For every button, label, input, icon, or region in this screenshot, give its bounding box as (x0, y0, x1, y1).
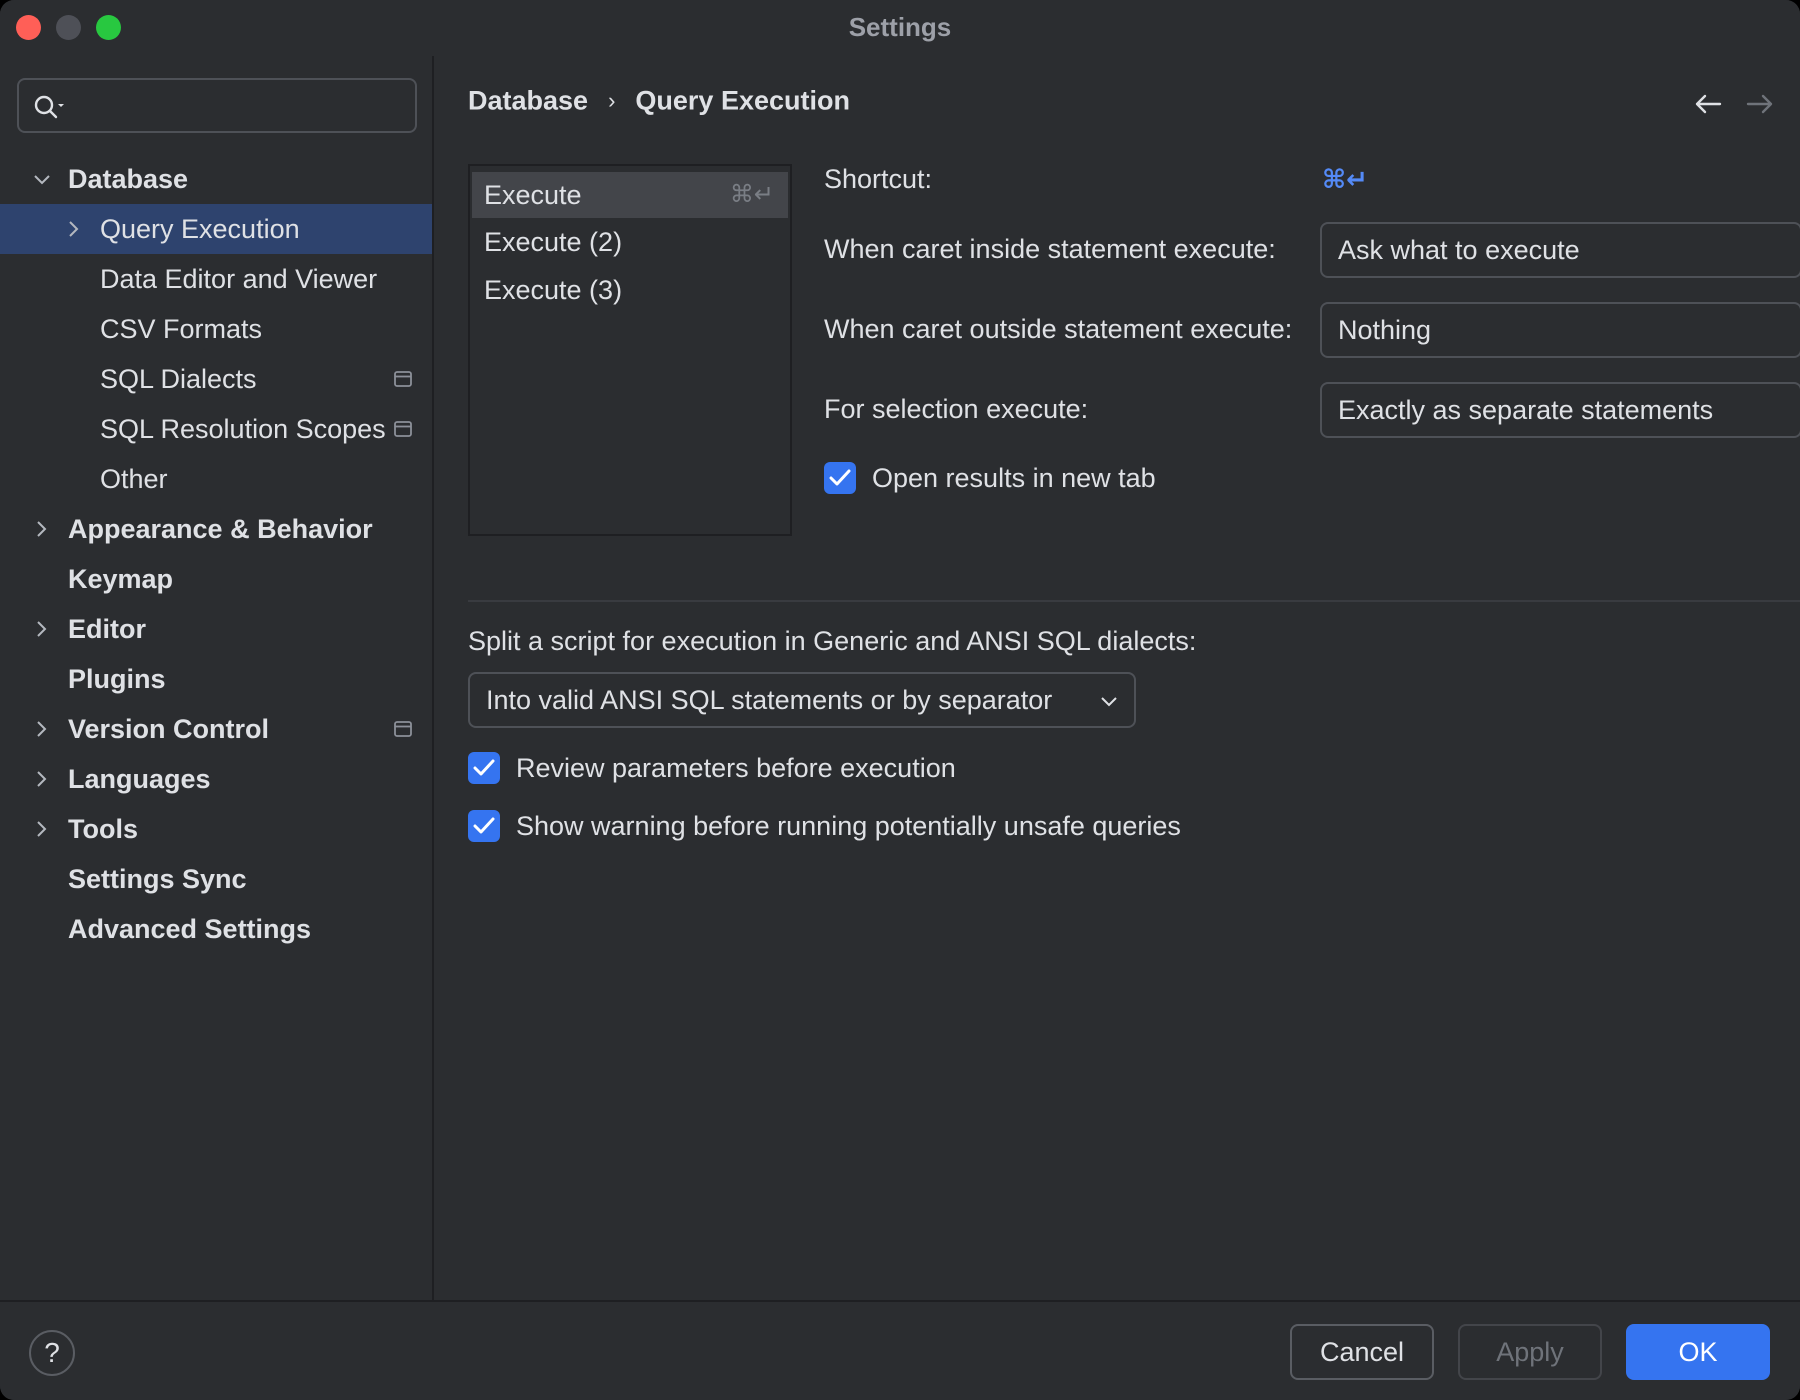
search-icon (33, 94, 69, 122)
help-button[interactable]: ? (29, 1330, 75, 1376)
checkmark-icon (473, 816, 495, 836)
cancel-button[interactable]: Cancel (1290, 1324, 1434, 1380)
dialog-footer: ? Cancel Apply OK (0, 1300, 1800, 1400)
open-results-checkbox[interactable] (824, 462, 856, 494)
tree-item-label: CSV Formats (100, 304, 262, 354)
selection-execute-combo[interactable]: Exactly as separate statements (1320, 382, 1800, 438)
review-params-label: Review parameters before execution (516, 751, 956, 785)
project-level-icon (394, 421, 412, 437)
breadcrumb-current: Query Execution (635, 85, 850, 115)
tree-item-label: Settings Sync (68, 854, 247, 904)
chevron-down-icon[interactable] (33, 170, 51, 188)
action-item-label: Execute (3) (484, 275, 622, 305)
action-item-label: Execute (2) (484, 227, 622, 257)
inside-statement-combo[interactable]: Ask what to execute (1320, 222, 1800, 278)
tree-item-csv-formats[interactable]: CSV Formats (0, 304, 432, 354)
split-script-combo[interactable]: Into valid ANSI SQL statements or by sep… (468, 672, 1136, 728)
shortcut-label: Shortcut: (824, 164, 932, 195)
project-level-icon (394, 371, 412, 387)
unsafe-warning-checkbox[interactable] (468, 810, 500, 842)
settings-sidebar: Database Query Execution Data Editor and… (0, 56, 434, 1300)
tree-item-sql-resolution-scopes[interactable]: SQL Resolution Scopes (0, 404, 432, 454)
tree-item-languages[interactable]: Languages (0, 754, 432, 804)
settings-tree: Database Query Execution Data Editor and… (0, 154, 432, 954)
tree-item-other[interactable]: Other (0, 454, 432, 504)
review-params-checkbox[interactable] (468, 752, 500, 784)
tree-item-settings-sync[interactable]: Settings Sync (0, 854, 432, 904)
chevron-down-icon (1100, 692, 1118, 710)
tree-item-query-execution[interactable]: Query Execution (0, 204, 432, 254)
tree-item-tools[interactable]: Tools (0, 804, 432, 854)
combo-value: Into valid ANSI SQL statements or by sep… (486, 685, 1052, 715)
tree-item-label: Database (68, 154, 188, 204)
project-level-icon (394, 721, 412, 737)
tree-item-advanced-settings[interactable]: Advanced Settings (0, 904, 432, 954)
shortcut-hint: ⌘↵ (730, 172, 774, 218)
tree-item-label: Appearance & Behavior (68, 504, 373, 554)
unsafe-warning-label: Show warning before running potentially … (516, 809, 1181, 843)
tree-item-label: Data Editor and Viewer (100, 254, 377, 304)
tree-item-label: SQL Dialects (100, 354, 257, 404)
back-arrow-icon[interactable] (1694, 92, 1722, 116)
chevron-right-icon[interactable] (32, 770, 50, 788)
tree-item-version-control[interactable]: Version Control (0, 704, 432, 754)
ok-button[interactable]: OK (1626, 1324, 1770, 1380)
review-params-row[interactable]: Review parameters before execution (468, 752, 1168, 786)
tree-item-label: Query Execution (100, 204, 300, 254)
combo-value: Nothing (1338, 315, 1431, 345)
forward-arrow-icon[interactable] (1746, 92, 1774, 116)
selection-execute-label: For selection execute: (824, 394, 1088, 425)
combo-value: Exactly as separate statements (1338, 395, 1713, 425)
tree-item-label: Version Control (68, 704, 269, 754)
tree-item-database[interactable]: Database (0, 154, 432, 204)
shortcut-value[interactable]: ⌘↵ (1322, 164, 1368, 195)
split-script-label: Split a script for execution in Generic … (468, 626, 1196, 657)
tree-item-appearance-behavior[interactable]: Appearance & Behavior (0, 504, 432, 554)
settings-search-box[interactable] (17, 78, 417, 133)
outside-statement-combo[interactable]: Nothing (1320, 302, 1800, 358)
tree-item-data-editor[interactable]: Data Editor and Viewer (0, 254, 432, 304)
combo-value: Ask what to execute (1338, 235, 1580, 265)
settings-search-input[interactable] (79, 88, 399, 124)
checkmark-icon (473, 758, 495, 778)
checkmark-icon (829, 468, 851, 488)
unsafe-warning-row[interactable]: Show warning before running potentially … (468, 810, 1368, 844)
window-title: Settings (0, 12, 1800, 43)
tree-item-keymap[interactable]: Keymap (0, 554, 432, 604)
chevron-right-icon[interactable] (64, 220, 82, 238)
tree-item-editor[interactable]: Editor (0, 604, 432, 654)
action-item-execute[interactable]: Execute ⌘↵ (472, 172, 788, 218)
action-item-label: Execute (484, 180, 582, 210)
inside-statement-label: When caret inside statement execute: (824, 234, 1276, 265)
action-item-execute-2[interactable]: Execute (2) (470, 218, 790, 266)
title-bar: Settings (0, 0, 1800, 56)
action-item-execute-3[interactable]: Execute (3) (470, 266, 790, 314)
outside-statement-label: When caret outside statement execute: (824, 314, 1292, 345)
apply-button[interactable]: Apply (1458, 1324, 1602, 1380)
section-divider (468, 600, 1800, 602)
tree-item-sql-dialects[interactable]: SQL Dialects (0, 354, 432, 404)
breadcrumb-parent[interactable]: Database (468, 85, 588, 115)
chevron-right-icon[interactable] (32, 620, 50, 638)
chevron-right-icon[interactable] (32, 520, 50, 538)
open-results-row[interactable]: Open results in new tab (824, 462, 1324, 496)
tree-item-label: Editor (68, 604, 146, 654)
settings-content: Database › Query Execution Execute ⌘↵ Exec… (436, 56, 1800, 1300)
chevron-right-icon[interactable] (32, 820, 50, 838)
chevron-right-icon[interactable] (32, 720, 50, 738)
tree-item-label: Languages (68, 754, 211, 804)
tree-item-label: Other (100, 454, 168, 504)
tree-item-label: SQL Resolution Scopes (100, 404, 386, 454)
settings-window: Settings Database Query Execution D (0, 0, 1800, 1400)
breadcrumb: Database › Query Execution (468, 84, 850, 116)
tree-item-label: Tools (68, 804, 138, 854)
breadcrumb-separator: › (608, 88, 615, 114)
tree-item-label: Plugins (68, 654, 166, 704)
tree-item-label: Advanced Settings (68, 904, 311, 954)
execute-action-list: Execute ⌘↵ Execute (2) Execute (3) (468, 164, 792, 536)
tree-item-label: Keymap (68, 554, 173, 604)
tree-item-plugins[interactable]: Plugins (0, 654, 432, 704)
open-results-label: Open results in new tab (872, 461, 1156, 495)
